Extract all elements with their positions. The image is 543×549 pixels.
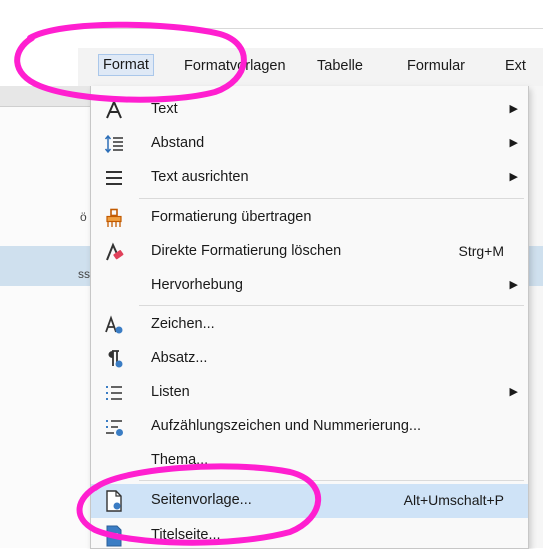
menu-item-formatierung-uebertragen[interactable]: Formatierung übertragen [91,201,528,235]
document-fragment: ö [80,210,87,224]
menu-item-seitenvorlage[interactable]: Seitenvorlage... Alt+Umschalt+P [91,484,528,518]
toolbar-strip [0,86,90,107]
menu-item-label: Aufzählungszeichen und Nummerierung... [151,418,422,434]
menu-item-label: Text ausrichten [151,169,249,185]
menu-item-zeichen[interactable]: Zeichen... [91,308,528,342]
menu-separator [139,198,524,199]
menu-item-aufzaehlungszeichen[interactable]: Aufzählungszeichen und Nummerierung... [91,410,528,444]
menu-item-label: Text [151,101,178,117]
shortcut-label: Strg+M [458,243,504,259]
document-fragment: ss [78,267,90,281]
menu-item-hervorhebung[interactable]: Hervorhebung ▶ [91,269,528,303]
submenu-arrow-icon: ▶ [509,386,518,398]
page-style-icon [103,490,125,512]
align-icon [103,167,125,189]
menu-item-label: Thema... [151,452,209,468]
menu-item-absatz[interactable]: Absatz... [91,342,528,376]
spacing-icon [103,133,125,155]
menu-tabelle[interactable]: Tabelle [317,58,363,74]
submenu-arrow-icon: ▶ [509,171,518,183]
document-area-right [527,86,543,548]
character-icon [103,314,125,336]
menu-item-text[interactable]: Text ▶ [91,93,528,127]
menu-item-titelseite[interactable]: Titelseite... [91,519,528,548]
menu-format[interactable]: Format [98,54,154,76]
submenu-arrow-icon: ▶ [509,279,518,291]
menu-item-label: Zeichen... [151,316,215,332]
menu-separator [139,305,524,306]
shortcut-label: Alt+Umschalt+P [403,492,504,508]
menu-item-label: Seitenvorlage... [151,492,252,508]
menu-item-direkte-formatierung-loeschen[interactable]: Direkte Formatierung löschen Strg+M [91,235,528,269]
menu-formular[interactable]: Formular [407,58,465,74]
text-a-icon [103,99,125,121]
menu-item-label: Direkte Formatierung löschen [151,243,342,259]
menu-item-label: Listen [151,384,190,400]
menu-item-label: Absatz... [151,350,208,366]
menu-separator [139,480,524,481]
clear-formatting-icon [103,241,125,263]
menu-item-abstand[interactable]: Abstand ▶ [91,127,528,161]
submenu-arrow-icon: ▶ [509,103,518,115]
selected-row-band [0,246,90,286]
window-top-area [0,0,543,48]
bullets-numbering-icon [103,416,125,438]
menu-item-text-ausrichten[interactable]: Text ausrichten ▶ [91,161,528,195]
clone-formatting-icon [103,207,125,229]
document-area-left: ö ss [0,86,90,548]
paragraph-icon [103,348,125,370]
selected-row-band [527,246,543,286]
menu-item-label: Formatierung übertragen [151,209,312,225]
list-icon [103,382,125,404]
menu-item-label: Titelseite... [151,527,221,543]
window-top-edge [76,28,543,29]
menu-extras[interactable]: Ext [505,58,526,74]
menu-item-thema[interactable]: Thema... [91,444,528,478]
menu-bar: Format Formatvorlagen Tabelle Formular E… [78,48,543,87]
submenu-arrow-icon: ▶ [509,137,518,149]
menu-item-label: Hervorhebung [151,277,243,293]
menu-formatvorlagen[interactable]: Formatvorlagen [184,58,286,74]
format-menu: Text ▶ Abstand ▶ Text ausrichten ▶ Forma… [90,86,529,549]
menu-item-label: Abstand [151,135,205,151]
title-page-icon [103,525,125,547]
menu-item-listen[interactable]: Listen ▶ [91,376,528,410]
